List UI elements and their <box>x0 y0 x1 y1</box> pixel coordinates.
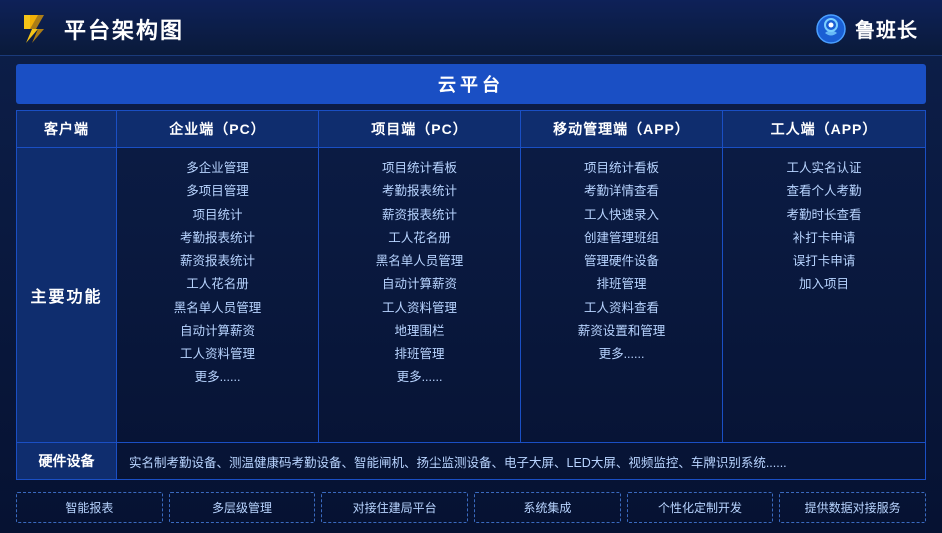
col-header-enterprise: 企业端（PC） <box>117 111 319 147</box>
cloud-bar: 云平台 <box>16 64 926 104</box>
main-content: 云平台 客户端 企业端（PC） 项目端（PC） 移动管理端（APP） 工人端（A… <box>0 56 942 533</box>
project-item-8: 排班管理 <box>327 344 512 365</box>
page-title: 平台架构图 <box>64 13 184 45</box>
project-item-2: 薪资报表统计 <box>327 205 512 226</box>
hardware-label: 硬件设备 <box>17 443 117 479</box>
project-item-6: 工人资料管理 <box>327 298 512 319</box>
mobile-item-3: 创建管理班组 <box>529 228 714 249</box>
mobile-col: 项目统计看板 考勤详情查看 工人快速录入 创建管理班组 管理硬件设备 排班管理 … <box>521 148 723 442</box>
worker-item-3: 补打卡申请 <box>731 228 917 249</box>
page: 平台架构图 鲁班长 云平台 客户端 企业端（PC） 项目端（PC） 移动管理端（… <box>0 0 942 533</box>
mobile-item-1: 考勤详情查看 <box>529 181 714 202</box>
header: 平台架构图 鲁班长 <box>0 0 942 56</box>
main-table: 客户端 企业端（PC） 项目端（PC） 移动管理端（APP） 工人端（APP） … <box>16 110 926 480</box>
mobile-item-5: 排班管理 <box>529 274 714 295</box>
logo-icon <box>16 11 52 47</box>
mobile-item-6: 工人资料查看 <box>529 298 714 319</box>
worker-item-5: 加入项目 <box>731 274 917 295</box>
worker-item-2: 考勤时长查看 <box>731 205 917 226</box>
enterprise-item-3: 考勤报表统计 <box>125 228 310 249</box>
main-function-row: 主要功能 多企业管理 多项目管理 项目统计 考勤报表统计 薪资报表统计 工人花名… <box>17 148 925 442</box>
enterprise-item-2: 项目统计 <box>125 205 310 226</box>
project-item-5: 自动计算薪资 <box>327 274 512 295</box>
col-header-client: 客户端 <box>17 111 117 147</box>
features-row: 智能报表 多层级管理 对接住建局平台 系统集成 个性化定制开发 提供数据对接服务 <box>16 492 926 523</box>
project-item-4: 黑名单人员管理 <box>327 251 512 272</box>
main-function-label: 主要功能 <box>17 148 117 442</box>
hardware-content: 实名制考勤设备、测温健康码考勤设备、智能闸机、扬尘监测设备、电子大屏、LED大屏… <box>117 443 925 479</box>
mobile-item-0: 项目统计看板 <box>529 158 714 179</box>
enterprise-item-6: 黑名单人员管理 <box>125 298 310 319</box>
brand-name: 鲁班长 <box>855 14 918 43</box>
worker-col: 工人实名认证 查看个人考勤 考勤时长查看 补打卡申请 误打卡申请 加入项目 <box>723 148 925 442</box>
feature-3: 系统集成 <box>474 492 621 523</box>
col-header-worker: 工人端（APP） <box>723 111 925 147</box>
enterprise-item-4: 薪资报表统计 <box>125 251 310 272</box>
project-item-1: 考勤报表统计 <box>327 181 512 202</box>
column-headers: 客户端 企业端（PC） 项目端（PC） 移动管理端（APP） 工人端（APP） <box>17 111 925 148</box>
brand-icon <box>815 13 847 45</box>
mobile-item-4: 管理硬件设备 <box>529 251 714 272</box>
col-header-project: 项目端（PC） <box>319 111 521 147</box>
enterprise-item-5: 工人花名册 <box>125 274 310 295</box>
worker-item-0: 工人实名认证 <box>731 158 917 179</box>
enterprise-col: 多企业管理 多项目管理 项目统计 考勤报表统计 薪资报表统计 工人花名册 黑名单… <box>117 148 319 442</box>
header-left: 平台架构图 <box>16 11 184 47</box>
worker-item-1: 查看个人考勤 <box>731 181 917 202</box>
feature-5: 提供数据对接服务 <box>779 492 926 523</box>
feature-2: 对接住建局平台 <box>321 492 468 523</box>
enterprise-item-1: 多项目管理 <box>125 181 310 202</box>
enterprise-item-7: 自动计算薪资 <box>125 321 310 342</box>
feature-4: 个性化定制开发 <box>627 492 774 523</box>
mobile-item-2: 工人快速录入 <box>529 205 714 226</box>
hardware-row: 硬件设备 实名制考勤设备、测温健康码考勤设备、智能闸机、扬尘监测设备、电子大屏、… <box>17 442 925 479</box>
mobile-item-8: 更多...... <box>529 344 714 365</box>
brand-logo: 鲁班长 <box>815 13 918 45</box>
mobile-item-7: 薪资设置和管理 <box>529 321 714 342</box>
project-col: 项目统计看板 考勤报表统计 薪资报表统计 工人花名册 黑名单人员管理 自动计算薪… <box>319 148 521 442</box>
feature-1: 多层级管理 <box>169 492 316 523</box>
project-item-0: 项目统计看板 <box>327 158 512 179</box>
enterprise-item-9: 更多...... <box>125 367 310 388</box>
project-item-7: 地理围栏 <box>327 321 512 342</box>
project-item-3: 工人花名册 <box>327 228 512 249</box>
feature-0: 智能报表 <box>16 492 163 523</box>
enterprise-item-0: 多企业管理 <box>125 158 310 179</box>
worker-item-4: 误打卡申请 <box>731 251 917 272</box>
project-item-9: 更多...... <box>327 367 512 388</box>
col-header-mobile: 移动管理端（APP） <box>521 111 723 147</box>
enterprise-item-8: 工人资料管理 <box>125 344 310 365</box>
